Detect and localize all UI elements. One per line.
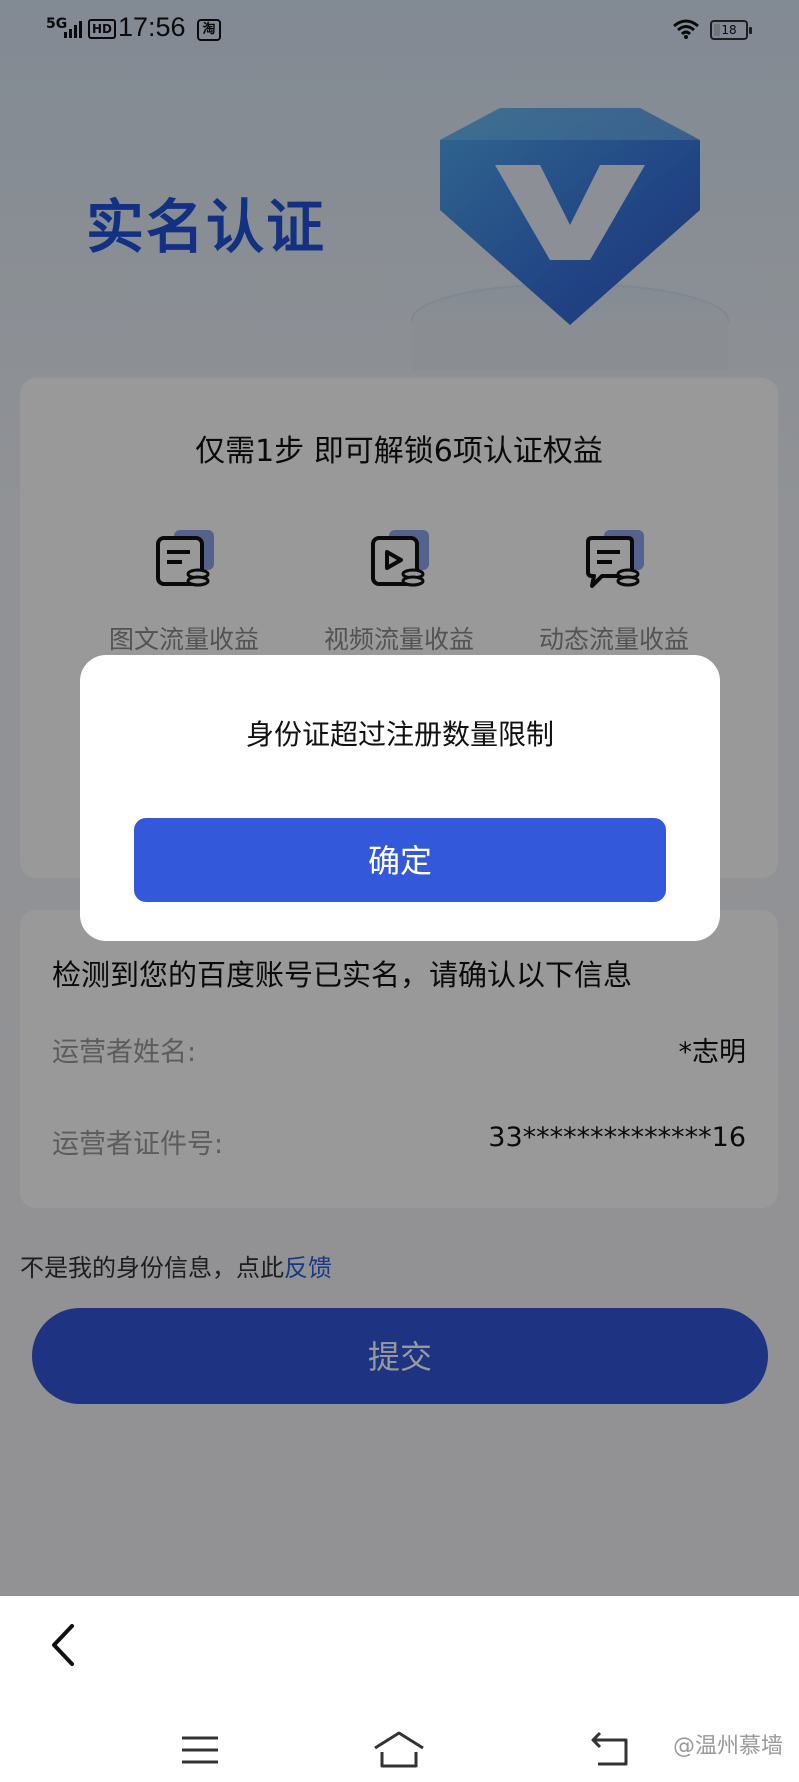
- dialog-message: 身份证超过注册数量限制: [245, 718, 554, 751]
- menu-icon[interactable]: [180, 1734, 220, 1766]
- alert-dialog: 身份证超过注册数量限制 确定: [80, 655, 720, 941]
- system-nav-bar: @温州慕墙: [0, 1596, 799, 1782]
- home-icon[interactable]: [372, 1730, 426, 1770]
- back-chevron-icon[interactable]: [46, 1620, 80, 1670]
- return-icon[interactable]: [590, 1730, 632, 1768]
- page: 5G HD 17:56 淘 18 实名认证 仅需1步 即可解锁6项认证权益 图文…: [0, 0, 799, 1596]
- confirm-button[interactable]: 确定: [134, 818, 666, 902]
- watermark: @温州慕墙: [672, 1734, 783, 1759]
